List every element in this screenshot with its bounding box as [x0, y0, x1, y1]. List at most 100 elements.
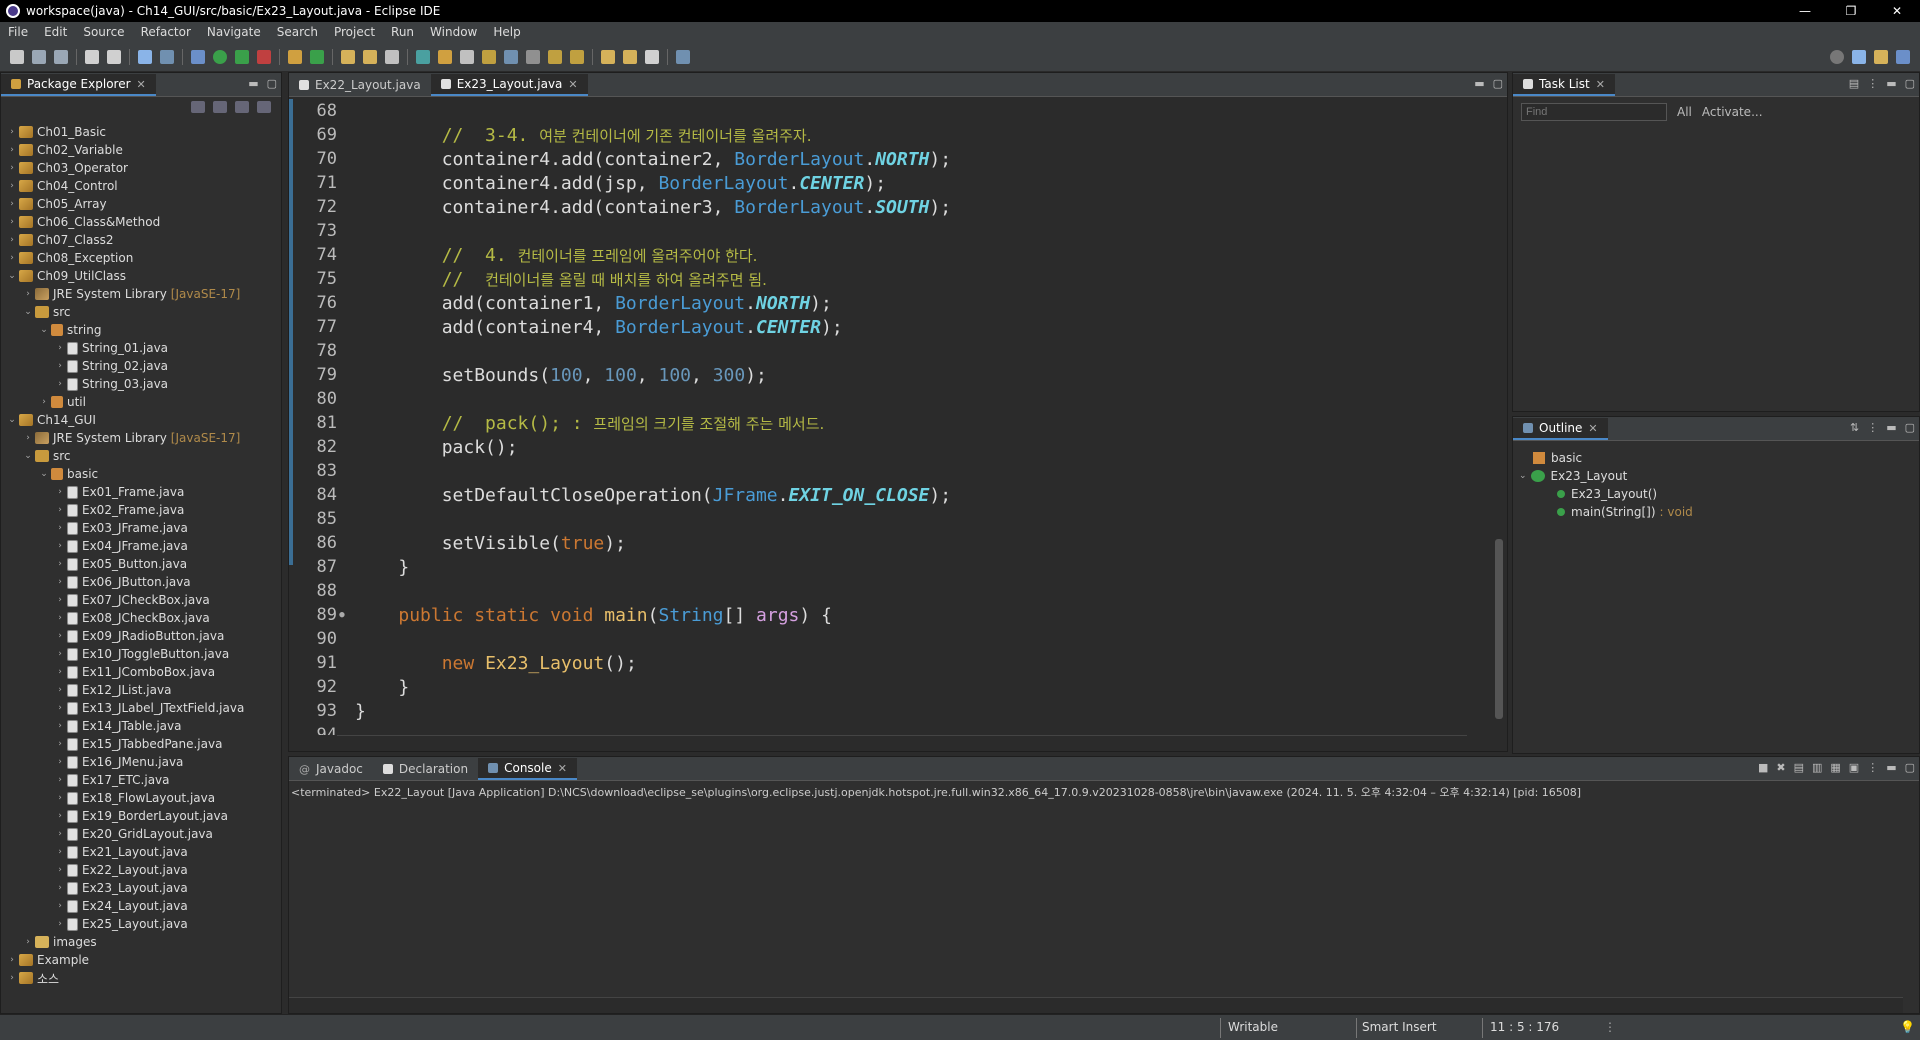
code-line[interactable]: 86 setVisible(true); — [289, 531, 1479, 555]
task-find-input[interactable] — [1521, 103, 1667, 121]
tree-item[interactable]: › JRE System Library [JavaSE-17] — [1, 285, 281, 303]
terminate-icon[interactable]: ■ — [1758, 761, 1768, 774]
outline-item-package[interactable]: basic — [1513, 449, 1919, 467]
tip-icon[interactable]: 💡 — [1900, 1020, 1915, 1034]
redo-icon[interactable] — [107, 49, 121, 64]
minimize-icon[interactable]: ▬ — [1886, 761, 1896, 774]
maximize-icon[interactable]: ▢ — [1905, 761, 1915, 774]
code-line[interactable]: 83 — [289, 459, 1479, 483]
console-horizontal-scrollbar[interactable] — [289, 997, 1903, 1013]
code-line[interactable]: 76 add(container1, BorderLayout.NORTH); — [289, 291, 1479, 315]
menu-refactor[interactable]: Refactor — [133, 25, 199, 39]
close-icon[interactable]: ✕ — [1596, 78, 1605, 91]
code-line[interactable]: 78 — [289, 339, 1479, 363]
tree-item[interactable]: › Ex22_Layout.java — [1, 861, 281, 879]
code-line[interactable]: 91 new Ex23_Layout(); — [289, 651, 1479, 675]
debug-perspective-icon[interactable] — [1896, 50, 1910, 64]
chevron-right-icon[interactable]: › — [55, 361, 65, 371]
chevron-right-icon[interactable]: › — [55, 613, 65, 623]
tree-item[interactable]: › Ex05_Button.java — [1, 555, 281, 573]
code-line[interactable]: 94 — [289, 723, 1479, 735]
chevron-right-icon[interactable]: › — [23, 289, 33, 299]
close-icon[interactable]: ✕ — [1588, 422, 1597, 435]
code-line[interactable]: 75 // 컨테이너를 올릴 때 배치를 하여 올려주면 됨. — [289, 267, 1479, 291]
chevron-right-icon[interactable]: › — [55, 595, 65, 605]
tree-item[interactable]: › Ch07_Class2 — [1, 231, 281, 249]
display-console-icon[interactable]: ▣ — [1849, 761, 1859, 774]
maximize-icon[interactable]: ▢ — [267, 77, 277, 90]
tree-item[interactable]: › Ch04_Control — [1, 177, 281, 195]
maximize-icon[interactable]: ▢ — [1905, 421, 1915, 434]
tab-javadoc[interactable]: @ Javadoc — [289, 758, 373, 780]
tree-item[interactable]: › Ex25_Layout.java — [1, 915, 281, 933]
outline-item-class[interactable]: ⌄ Ex23_Layout — [1513, 467, 1919, 485]
save-all-icon[interactable] — [54, 49, 68, 64]
tab-console[interactable]: Console ✕ — [478, 758, 577, 780]
chevron-right-icon[interactable]: › — [55, 775, 65, 785]
tree-item[interactable]: › Ex03_JFrame.java — [1, 519, 281, 537]
tree-item[interactable]: › Ex04_JFrame.java — [1, 537, 281, 555]
menu-search[interactable]: Search — [269, 25, 326, 39]
tree-item[interactable]: › Ch03_Operator — [1, 159, 281, 177]
close-icon[interactable]: ✕ — [558, 762, 567, 775]
new-class-icon[interactable] — [310, 49, 324, 64]
tree-item[interactable]: ⌄ src — [1, 447, 281, 465]
chevron-right-icon[interactable]: › — [7, 145, 17, 155]
chevron-right-icon[interactable]: › — [55, 793, 65, 803]
maximize-icon[interactable]: ▢ — [1493, 77, 1503, 90]
pin-console-icon[interactable]: ▦ — [1830, 761, 1840, 774]
code-line[interactable]: 90 — [289, 627, 1479, 651]
editor-horizontal-scrollbar[interactable] — [337, 735, 1467, 751]
save-icon[interactable] — [32, 49, 46, 64]
tree-item[interactable]: › Ex18_FlowLayout.java — [1, 789, 281, 807]
chevron-down-icon[interactable]: ⌄ — [7, 271, 17, 281]
status-menu-icon[interactable]: ⋮ — [1604, 1020, 1616, 1034]
last-edit-icon[interactable] — [601, 49, 615, 64]
code-line[interactable]: 84 setDefaultCloseOperation(JFrame.EXIT_… — [289, 483, 1479, 507]
maximize-icon[interactable]: ▢ — [1905, 77, 1915, 90]
close-icon[interactable]: ✕ — [137, 78, 146, 91]
new-task-icon[interactable]: ▤ — [1849, 77, 1859, 90]
tree-item[interactable]: › Ex13_JLabel_JTextField.java — [1, 699, 281, 717]
menu-file[interactable]: File — [0, 25, 36, 39]
chevron-right-icon[interactable]: › — [7, 217, 17, 227]
tree-item[interactable]: › JRE System Library [JavaSE-17] — [1, 429, 281, 447]
chevron-right-icon[interactable]: › — [55, 847, 65, 857]
chevron-right-icon[interactable]: › — [7, 235, 17, 245]
close-button[interactable]: ✕ — [1874, 0, 1920, 22]
code-line[interactable]: 93} — [289, 699, 1479, 723]
open-type-icon[interactable] — [341, 49, 355, 64]
external-tools-icon[interactable] — [257, 49, 271, 64]
tree-item[interactable]: ⌄ basic — [1, 465, 281, 483]
tab-ex23-layout[interactable]: Ex23_Layout.java ✕ — [430, 74, 588, 96]
outline-item-constructor[interactable]: Ex23_Layout() — [1513, 485, 1919, 503]
tree-item[interactable]: › Ex15_JTabbedPane.java — [1, 735, 281, 753]
maximize-button[interactable]: ❐ — [1828, 0, 1874, 22]
chevron-right-icon[interactable]: › — [7, 181, 17, 191]
code-line[interactable]: 74 // 4. 컨테이너를 프레임에 올려주어야 한다. — [289, 243, 1479, 267]
tree-item[interactable]: › Ch01_Basic — [1, 123, 281, 141]
tree-item[interactable]: › Ex19_BorderLayout.java — [1, 807, 281, 825]
next-annotation-icon[interactable] — [548, 49, 562, 64]
minimize-button[interactable]: — — [1782, 0, 1828, 22]
chevron-right-icon[interactable]: › — [55, 559, 65, 569]
code-line[interactable]: 69 // 3-4. 여분 컨테이너에 기존 컨테이너를 올려주자. — [289, 123, 1479, 147]
code-line[interactable]: 87 } — [289, 555, 1479, 579]
code-line[interactable]: 72 container4.add(container3, BorderLayo… — [289, 195, 1479, 219]
chevron-right-icon[interactable]: › — [55, 667, 65, 677]
chevron-right-icon[interactable]: › — [55, 757, 65, 767]
search-icon[interactable] — [1830, 50, 1844, 64]
debug-icon[interactable] — [191, 49, 205, 64]
chevron-right-icon[interactable]: › — [55, 685, 65, 695]
tree-item[interactable]: › Ex06_JButton.java — [1, 573, 281, 591]
chevron-right-icon[interactable]: › — [7, 973, 17, 983]
minimize-icon[interactable]: ▬ — [1886, 77, 1896, 90]
tab-task-list[interactable]: Task List ✕ — [1513, 74, 1615, 96]
chevron-right-icon[interactable]: › — [7, 163, 17, 173]
chevron-right-icon[interactable]: › — [55, 487, 65, 497]
tree-item[interactable]: › Ch08_Exception — [1, 249, 281, 267]
chevron-right-icon[interactable]: › — [55, 901, 65, 911]
chevron-right-icon[interactable]: › — [55, 379, 65, 389]
tree-item[interactable]: › Ch05_Array — [1, 195, 281, 213]
tree-item[interactable]: › images — [1, 933, 281, 951]
